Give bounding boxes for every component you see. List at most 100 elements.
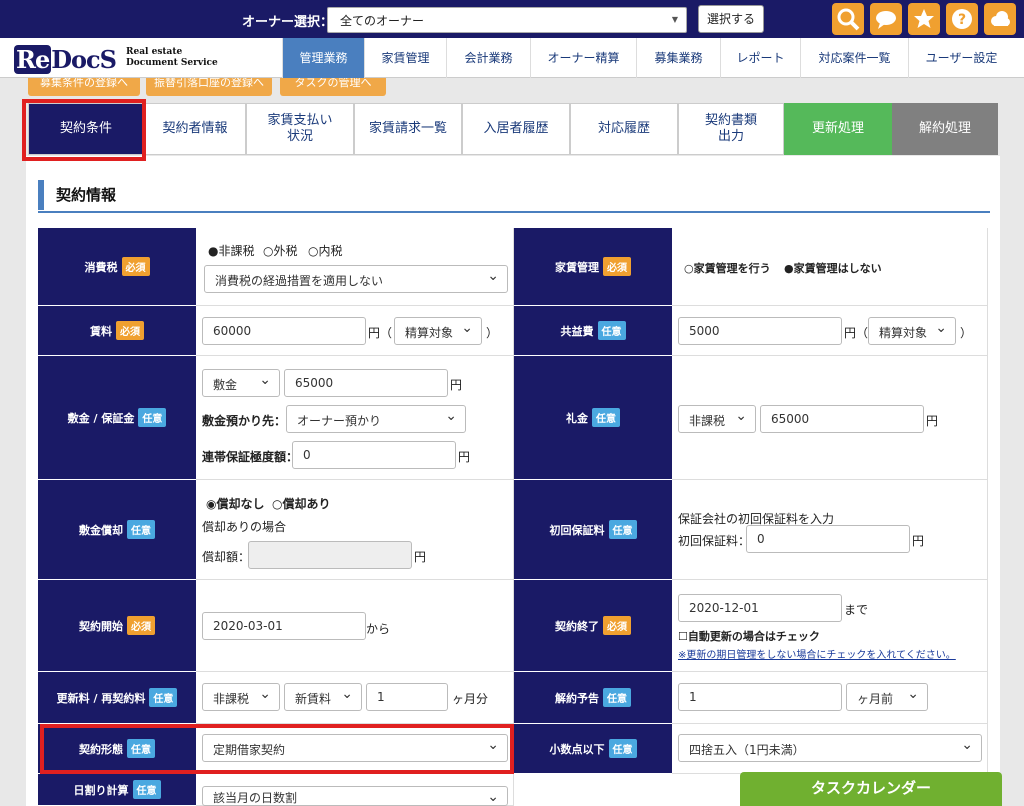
tab-contractor-info[interactable]: 契約者情報 [144,103,246,155]
account-register-button[interactable]: 振替引落口座の登録へ [146,78,272,96]
star-icon[interactable] [908,3,940,35]
daily-calc-label: 日割り計算 任意 [38,774,196,806]
recruit-register-button[interactable]: 募集条件の登録へ [28,78,140,96]
search-icon[interactable] [832,3,864,35]
notice-input[interactable]: 1 [678,683,842,711]
owner-select-label: オーナー選択： [242,15,334,30]
renewal-unit: ヶ月分 [452,692,489,706]
amortization-label: 敷金償却 任意 [38,480,196,580]
notice-label: 解約予告 任意 [514,672,672,724]
tab-termination[interactable]: 解約処理 [892,103,998,155]
common-close: ） [960,326,973,340]
chat-icon[interactable] [870,3,902,35]
select-value: 新賃料 [295,692,332,706]
task-calendar-button[interactable]: タスクカレンダー [740,772,1002,806]
tab-label: 家賃請求一覧 [368,121,447,136]
key-money-input[interactable]: 65000 [760,405,924,433]
tab-label: 出力 [717,129,744,144]
top-bar: オーナー選択： 全てのオーナー ▼ 選択する ? [0,0,1024,38]
decimal-select[interactable]: 四捨五入（1円未満） [678,734,982,762]
required-badge: 必須 [603,616,631,635]
tab-response-history[interactable]: 対応履歴 [570,103,678,155]
daily-calc-select[interactable]: 該当月の日数割 [202,786,508,806]
guarantee-limit-input[interactable]: 0 [292,441,456,469]
rent-close: ） [486,326,499,340]
tax-option-none[interactable]: ●非課税 [208,242,254,259]
initial-guarantee-label: 初回保証料 任意 [514,480,672,580]
tab-document-output[interactable]: 契約書類 出力 [678,103,784,155]
guarantee-limit-unit: 円 [458,450,471,464]
contract-start-input[interactable]: 2020-03-01 [202,612,366,640]
renewal-tax-select[interactable]: 非課税 [202,683,280,711]
rent-mgmt-option-yes[interactable]: ○家賃管理を行う [684,260,771,276]
amort-option-yes[interactable]: ○償却あり [272,495,330,512]
tab-billing-list[interactable]: 家賃請求一覧 [354,103,462,155]
amort-amount-input[interactable] [248,541,412,569]
nav-cases[interactable]: 対応案件一覧 [800,38,908,78]
tax-option-outer[interactable]: ○外税 [263,242,297,259]
highlight-contract-type [40,724,514,774]
auto-renew-checkbox[interactable]: ☐自動更新の場合はチェック [678,628,820,644]
owner-select-value: 全てのオーナー [340,14,425,28]
select-value: 非課税 [689,414,726,428]
section-title: 契約情報 [38,180,116,210]
key-money-tax-select[interactable]: 非課税 [678,405,756,433]
notice-unit-select[interactable]: ヶ月前 [846,683,928,711]
contract-start-suffix: から [366,622,391,636]
tab-label: 入居者履歴 [483,121,549,136]
renewal-months-input[interactable]: 1 [366,683,448,711]
nav-user-settings[interactable]: ユーザー設定 [908,38,1014,78]
deposit-input[interactable]: 65000 [284,369,448,397]
guarantee-fee-label: 初回保証料： [678,534,751,548]
owner-select[interactable]: 全てのオーナー ▼ [327,7,687,33]
nav-accounting[interactable]: 会計業務 [446,38,530,78]
tab-label: 契約者情報 [162,121,228,136]
tab-tenant-history[interactable]: 入居者履歴 [462,103,570,155]
nav-rent[interactable]: 家賃管理 [364,38,446,78]
deposit-keep-select[interactable]: オーナー預かり [286,405,466,433]
common-fee-label: 共益費 任意 [514,306,672,356]
nav-recruit[interactable]: 募集業務 [636,38,720,78]
guarantee-fee-input[interactable]: 0 [746,525,910,553]
tax-option-inner[interactable]: ○内税 [308,242,342,259]
label-text: 契約開始 [79,619,123,633]
tab-label: 契約書類 [704,113,757,128]
nav-report[interactable]: レポート [720,38,800,78]
label-text: 契約終了 [555,619,599,633]
cloud-icon[interactable] [984,3,1016,35]
help-icon[interactable]: ? [946,3,978,35]
deposit-keep-label: 敷金預かり先： [202,414,287,428]
tab-payment-status[interactable]: 家賃支払い 状況 [246,103,354,155]
tab-renewal[interactable]: 更新処理 [784,103,892,155]
nav-management[interactable]: 管理業務 [282,38,364,78]
tax-transition-select[interactable]: 消費税の経過措置を適用しない [204,265,508,293]
task-manage-button[interactable]: タスクの管理へ [280,78,386,96]
common-settle-select[interactable]: 精算対象 [868,317,956,345]
label-text: 敷金償却 [79,523,123,537]
rent-mgmt-option-no[interactable]: ●家賃管理はしない [784,260,882,276]
tab-label: 更新処理 [811,121,864,136]
required-badge: 必須 [127,616,155,635]
optional-badge: 任意 [597,321,626,340]
svg-text:?: ? [958,12,966,28]
contract-end-input[interactable]: 2020-12-01 [678,594,842,622]
label-text: 初回保証料 [549,523,605,537]
rent-input[interactable]: 60000 [202,317,366,345]
label-text: 小数点以下 [549,742,605,756]
rent-settle-select[interactable]: 精算対象 [394,317,482,345]
deposit-type-select[interactable]: 敷金 [202,369,280,397]
owner-select-button[interactable]: 選択する [698,5,764,33]
highlight-tab [22,99,146,161]
select-value: 精算対象 [405,326,454,340]
logo-docs: DocS [51,45,117,74]
label-text: 礼金 [566,411,588,425]
optional-badge: 任意 [592,408,620,427]
renewal-base-select[interactable]: 新賃料 [284,683,362,711]
renewal-note-link[interactable]: ※更新の期日管理をしない場合にチェックを入れてください。 [678,646,956,661]
guarantee-limit-label: 連帯保証極度額： [202,450,299,464]
key-money-unit: 円 [926,414,939,428]
nav-owner-settlement[interactable]: オーナー精算 [530,38,636,78]
label-text: 日割り計算 [73,783,129,797]
common-fee-input[interactable]: 5000 [678,317,842,345]
amort-option-none[interactable]: ◉償却なし [206,495,264,512]
